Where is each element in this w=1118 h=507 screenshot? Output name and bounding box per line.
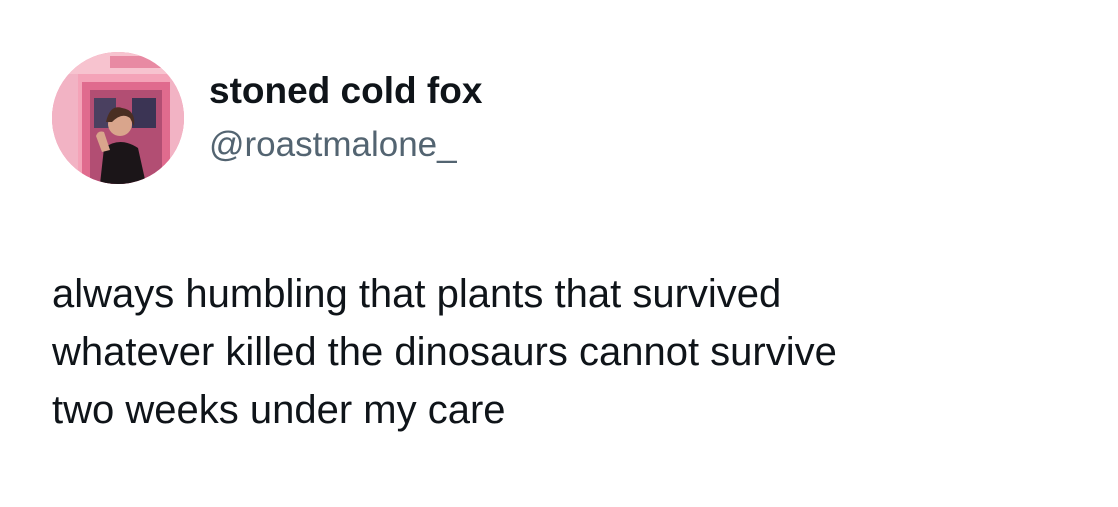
- tweet-text-line: whatever killed the dinosaurs cannot sur…: [52, 330, 837, 374]
- author-display-name[interactable]: stoned cold fox: [209, 69, 482, 113]
- avatar[interactable]: [52, 52, 184, 184]
- tweet-text-line: always humbling that plants that survive…: [52, 272, 782, 316]
- tweet-card: stoned cold fox @roastmalone_ always hum…: [0, 0, 1118, 507]
- tweet-text-line: two weeks under my care: [52, 388, 506, 432]
- tweet-text: always humbling that plants that survive…: [52, 265, 1092, 439]
- author-handle[interactable]: @roastmalone_: [209, 124, 457, 166]
- avatar-photo: [52, 52, 184, 184]
